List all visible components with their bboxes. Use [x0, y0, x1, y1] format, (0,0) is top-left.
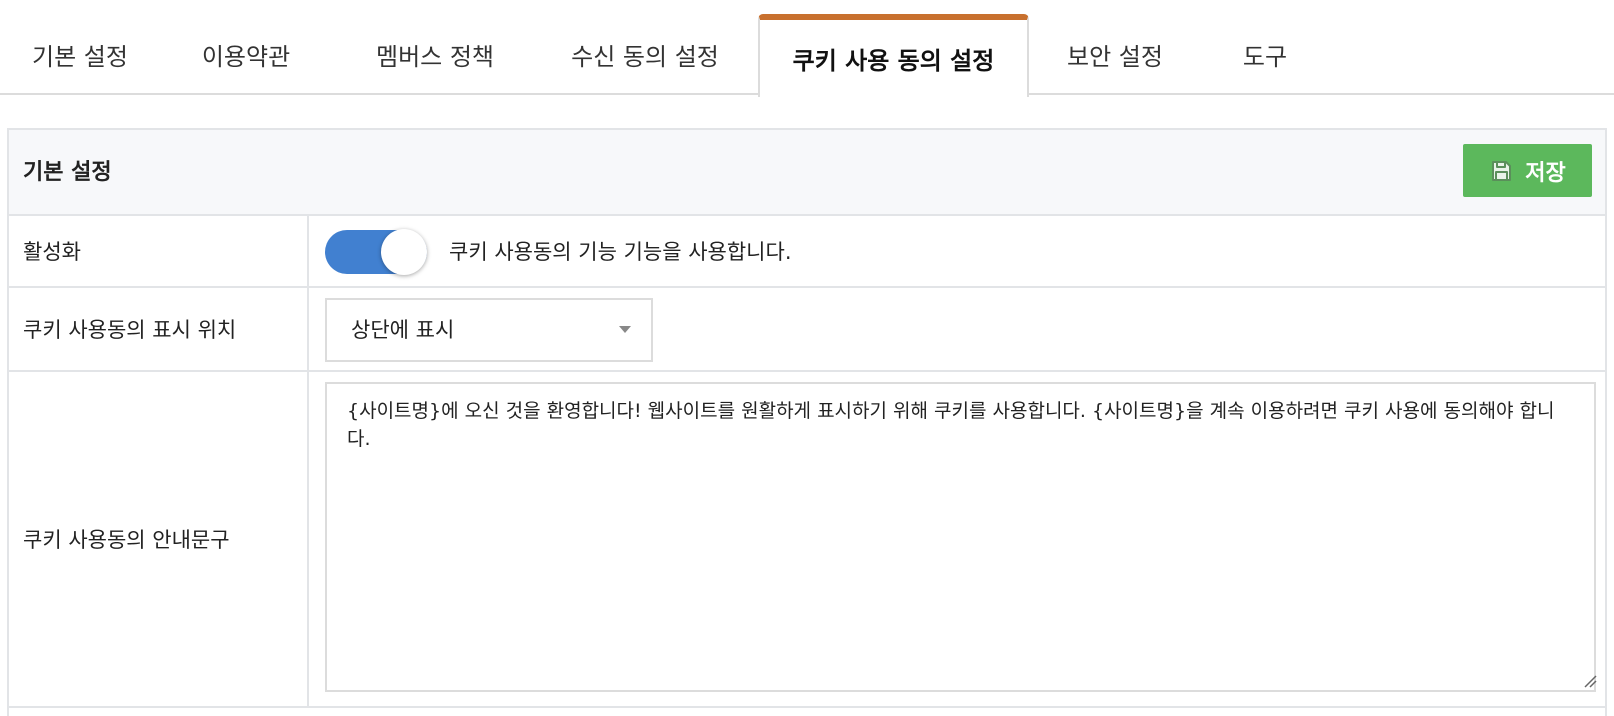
- position-select-value: 상단에 표시: [351, 318, 455, 342]
- position-row: 쿠키 사용동의 표시 위치 상단에 표시: [9, 288, 1605, 372]
- resize-handle-icon[interactable]: [1583, 674, 1597, 688]
- message-label: 쿠키 사용동의 안내문구: [9, 372, 309, 706]
- tab-terms[interactable]: 이용약관: [166, 14, 326, 95]
- panel-title: 기본 설정: [23, 160, 112, 185]
- message-row: 쿠키 사용동의 안내문구 {사이트명}에 오신 것을 환영합니다! 웹사이트를 …: [9, 372, 1605, 708]
- tab-consent-settings[interactable]: 수신 동의 설정: [540, 14, 750, 95]
- save-button-label: 저장: [1525, 160, 1566, 186]
- tab-cookie-consent-settings[interactable]: 쿠키 사용 동의 설정: [758, 14, 1029, 97]
- message-textarea[interactable]: {사이트명}에 오신 것을 환영합니다! 웹사이트를 원활하게 표시하기 위해 …: [325, 382, 1596, 692]
- tab-member-policy[interactable]: 멤버스 정책: [345, 14, 525, 95]
- message-value: {사이트명}에 오신 것을 환영합니다! 웹사이트를 원활하게 표시하기 위해 …: [311, 372, 1605, 706]
- tab-security-settings[interactable]: 보안 설정: [1040, 14, 1190, 95]
- position-select[interactable]: 상단에 표시: [325, 298, 653, 362]
- settings-tabs: 기본 설정 이용약관 멤버스 정책 수신 동의 설정 쿠키 사용 동의 설정 보…: [0, 0, 1614, 97]
- caret-down-icon: [619, 326, 631, 333]
- activation-description: 쿠키 사용동의 기능 기능을 사용합니다.: [449, 240, 792, 264]
- activation-row: 활성화 쿠키 사용동의 기능 기능을 사용합니다.: [9, 216, 1605, 288]
- tab-basic-settings[interactable]: 기본 설정: [0, 14, 160, 95]
- activation-toggle[interactable]: [325, 229, 427, 275]
- floppy-disk-icon: [1492, 160, 1512, 181]
- position-label: 쿠키 사용동의 표시 위치: [9, 288, 309, 370]
- toggle-knob: [381, 229, 427, 275]
- position-value: 상단에 표시: [311, 288, 1605, 370]
- panel-header: 기본 설정 저장: [9, 130, 1605, 216]
- activation-value: 쿠키 사용동의 기능 기능을 사용합니다.: [311, 216, 1605, 286]
- tab-tools[interactable]: 도구: [1210, 14, 1320, 95]
- settings-panel: 기본 설정 저장 활성화 쿠키 사용동의 기능 기능을 사용합니다. 쿠키 사용…: [7, 128, 1607, 716]
- save-button[interactable]: 저장: [1463, 144, 1592, 197]
- activation-label: 활성화: [9, 216, 309, 286]
